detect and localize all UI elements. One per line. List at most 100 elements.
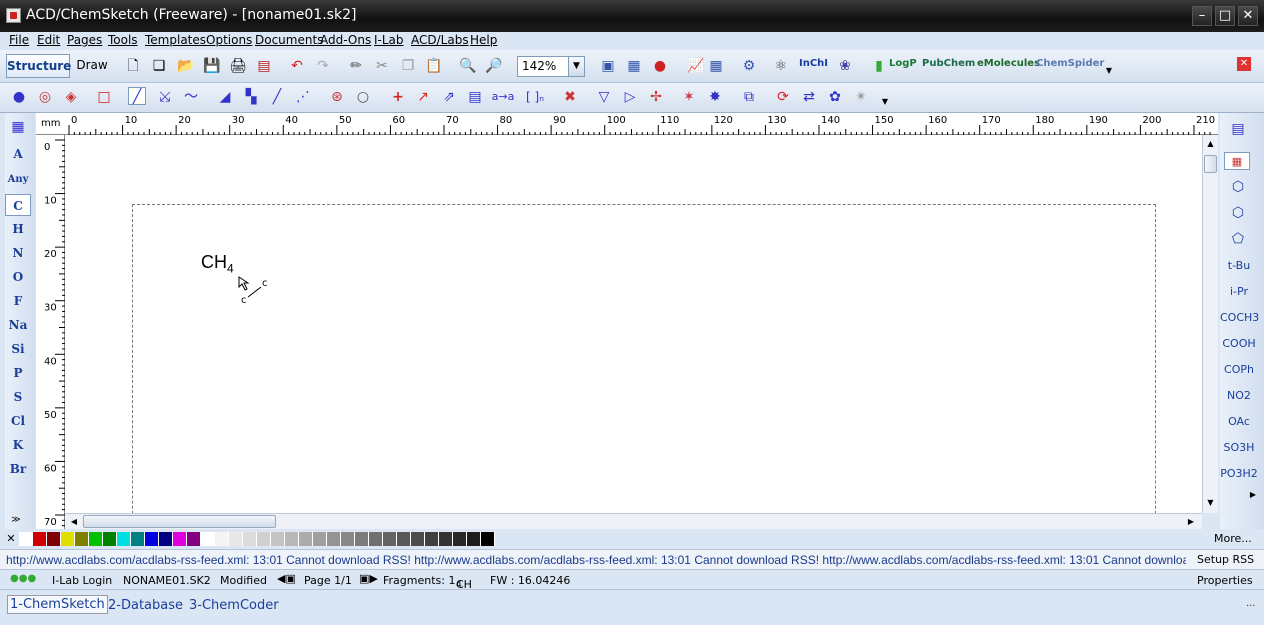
- chemspider-button[interactable]: ChemSpider: [1036, 58, 1104, 69]
- scroll-down-arrow[interactable]: ▼: [1204, 496, 1217, 510]
- new-page-icon[interactable]: 🗋: [124, 57, 142, 75]
- horizontal-scroll-thumb[interactable]: [83, 515, 276, 528]
- logp-button[interactable]: LogP: [889, 58, 917, 69]
- template-no2[interactable]: NO2: [1220, 385, 1258, 407]
- new-document-icon[interactable]: ❏: [150, 57, 168, 75]
- arrow-icon[interactable]: ↗: [414, 88, 432, 106]
- table-icon[interactable]: ▦: [707, 57, 725, 75]
- color-swatch[interactable]: [201, 532, 215, 546]
- menu-pages[interactable]: Pages: [67, 33, 102, 47]
- radical-icon[interactable]: ⊛: [328, 88, 346, 106]
- element-f[interactable]: F: [5, 290, 31, 312]
- template-po3h2[interactable]: PO3H2: [1220, 463, 1258, 485]
- inchi-button[interactable]: InChI: [799, 58, 828, 69]
- reaction-icon[interactable]: ▤: [466, 88, 484, 106]
- rss-ticker[interactable]: http://www.acdlabs.com/acdlabs-rss-feed.…: [6, 553, 1186, 567]
- flip-vertical-icon[interactable]: ▽: [595, 88, 613, 106]
- toolbar-overflow-icon[interactable]: ▼: [1100, 62, 1118, 80]
- menu-acd-labs[interactable]: ACD/Labs: [411, 33, 469, 47]
- tab-chemsketch[interactable]: 1-ChemSketch: [7, 595, 108, 614]
- check-structure-icon[interactable]: ✿: [826, 88, 844, 106]
- color-swatch[interactable]: [117, 532, 131, 546]
- color-swatch[interactable]: [89, 532, 103, 546]
- palette-more-button[interactable]: More...: [1214, 532, 1252, 545]
- template-t-bu[interactable]: t-Bu: [1220, 255, 1258, 277]
- charge-icon[interactable]: ○: [354, 88, 372, 106]
- stereo-icon[interactable]: ✴: [852, 88, 870, 106]
- color-swatch[interactable]: [411, 532, 425, 546]
- eraser-draw-icon[interactable]: ◈: [62, 88, 80, 106]
- zoom-select[interactable]: 142% ▼: [517, 56, 585, 77]
- color-swatch[interactable]: [327, 532, 341, 546]
- menu-help[interactable]: Help: [470, 33, 497, 47]
- center-icon[interactable]: ✸: [706, 88, 724, 106]
- color-swatch[interactable]: [145, 532, 159, 546]
- scroll-up-arrow[interactable]: ▲: [1204, 137, 1217, 151]
- tautomer-icon[interactable]: ⚛: [772, 57, 790, 75]
- element-a[interactable]: A: [5, 143, 31, 165]
- no-color-swatch[interactable]: ✕: [5, 532, 17, 546]
- element-br[interactable]: Br: [5, 458, 31, 480]
- close-button[interactable]: ✕: [1238, 6, 1258, 26]
- toolbar2-overflow-icon[interactable]: ▼: [876, 93, 894, 111]
- add-hydrogen-icon[interactable]: ⇗: [440, 88, 458, 106]
- copy-icon[interactable]: ❐: [399, 57, 417, 75]
- 3d-viewer-icon[interactable]: ●: [651, 57, 669, 75]
- chemspider-molecule-icon[interactable]: ❀: [836, 57, 854, 75]
- color-swatch[interactable]: [383, 532, 397, 546]
- color-swatch[interactable]: [271, 532, 285, 546]
- color-swatch[interactable]: [439, 532, 453, 546]
- color-swatch[interactable]: [341, 532, 355, 546]
- color-swatch[interactable]: [355, 532, 369, 546]
- menu-i-lab[interactable]: I-Lab: [374, 33, 404, 47]
- menu-tools[interactable]: Tools: [108, 33, 138, 47]
- select-rect-icon[interactable]: □: [95, 88, 113, 106]
- element-s[interactable]: S: [5, 386, 31, 408]
- draw-zigzag-icon[interactable]: 〜: [182, 88, 200, 106]
- maximize-button[interactable]: □: [1215, 6, 1235, 26]
- menu-templates[interactable]: Templates: [145, 33, 206, 47]
- tab-database[interactable]: 2-Database: [108, 598, 183, 613]
- select-atom-icon[interactable]: ●: [10, 88, 28, 106]
- hashed-bond-icon[interactable]: ▚: [242, 88, 260, 106]
- menu-file[interactable]: File: [9, 33, 29, 47]
- template-oac[interactable]: OAc: [1220, 411, 1258, 433]
- color-swatch[interactable]: [173, 532, 187, 546]
- color-swatch[interactable]: [243, 532, 257, 546]
- scroll-right-arrow[interactable]: ▶: [1184, 515, 1198, 528]
- undo-icon[interactable]: ↶: [288, 57, 306, 75]
- flip-horizontal-icon[interactable]: ▷: [621, 88, 639, 106]
- color-swatch[interactable]: [481, 532, 495, 546]
- show-atom-icon[interactable]: ▣: [599, 57, 617, 75]
- paste-icon[interactable]: 📋: [425, 57, 443, 75]
- menu-add-ons[interactable]: Add-Ons: [320, 33, 371, 47]
- color-swatch[interactable]: [103, 532, 117, 546]
- templates-more-icon[interactable]: ▶: [1244, 486, 1262, 504]
- template-cooh[interactable]: COOH: [1220, 333, 1258, 355]
- template-coch3[interactable]: COCH3: [1220, 307, 1259, 329]
- draw-mode-button[interactable]: Draw: [74, 54, 110, 78]
- zoom-out-icon[interactable]: 🔎: [485, 57, 503, 75]
- color-swatch[interactable]: [313, 532, 327, 546]
- element-cl[interactable]: Cl: [5, 410, 31, 432]
- wedge-bond-icon[interactable]: ◢: [216, 88, 234, 106]
- element-c[interactable]: C: [5, 194, 31, 216]
- cyclohexane-icon[interactable]: ⬡: [1229, 204, 1247, 222]
- minimize-button[interactable]: –: [1192, 6, 1212, 26]
- color-swatch[interactable]: [131, 532, 145, 546]
- zoom-in-icon[interactable]: 🔍: [459, 57, 477, 75]
- element-h[interactable]: H: [5, 218, 31, 240]
- delete-bond-icon[interactable]: ✖: [561, 88, 579, 106]
- rotate-icon[interactable]: ◎: [36, 88, 54, 106]
- 3d-optimize-icon[interactable]: ⇄: [800, 88, 818, 106]
- template-so3h[interactable]: SO3H: [1220, 437, 1258, 459]
- template-i-pr[interactable]: i-Pr: [1220, 281, 1258, 303]
- template-window-icon[interactable]: ▤: [1229, 120, 1247, 138]
- draw-chain-icon[interactable]: ⤩: [156, 88, 174, 106]
- eraser-icon[interactable]: ✏: [347, 57, 365, 75]
- periodic-table-icon[interactable]: ▦: [9, 118, 27, 136]
- color-swatch[interactable]: [453, 532, 467, 546]
- element-p[interactable]: P: [5, 362, 31, 384]
- color-swatch[interactable]: [229, 532, 243, 546]
- element-si[interactable]: Si: [5, 338, 31, 360]
